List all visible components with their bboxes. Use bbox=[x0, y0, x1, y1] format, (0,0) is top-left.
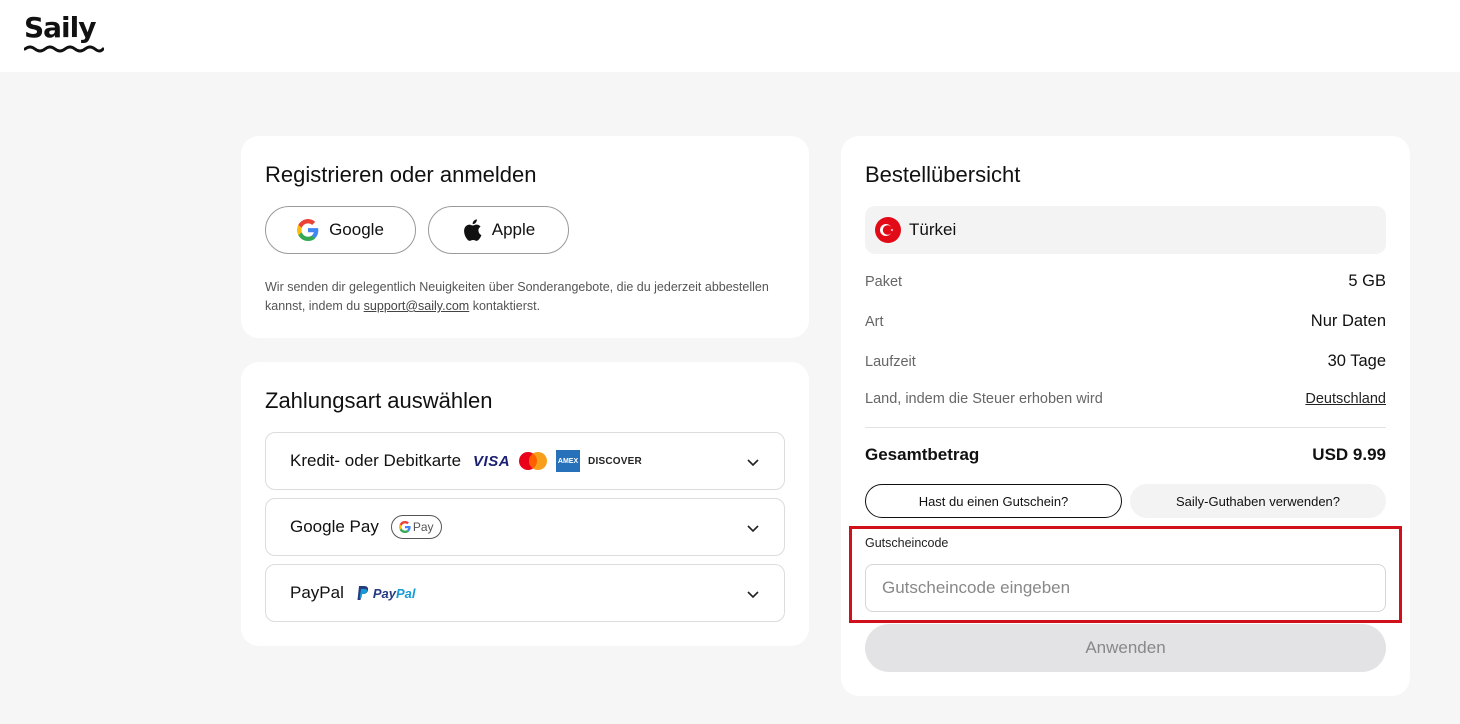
google-pay-label: Google Pay bbox=[290, 517, 379, 536]
saily-logo[interactable]: Saily bbox=[24, 14, 104, 54]
google-g-icon bbox=[398, 521, 411, 533]
apple-login-button[interactable]: Apple bbox=[428, 206, 569, 254]
row-key: Land, indem die Steuer erhoben wird bbox=[865, 391, 1103, 407]
paypal-p-icon bbox=[357, 586, 368, 600]
google-pay-badge: Pay bbox=[390, 515, 442, 539]
amex-logo: AMEX bbox=[556, 450, 581, 472]
row-key: Paket bbox=[865, 273, 903, 290]
total-label: Gesamtbetrag bbox=[865, 445, 980, 464]
paypal-word-pal: Pal bbox=[396, 585, 416, 601]
logo-text: Saily bbox=[24, 11, 97, 44]
support-email-link[interactable]: support@saily.com bbox=[364, 299, 470, 313]
apple-label: Apple bbox=[491, 220, 536, 239]
row-value: Nur Daten bbox=[1310, 312, 1386, 330]
chevron-down-icon bbox=[747, 525, 759, 533]
voucher-field-label: Gutscheincode bbox=[865, 536, 949, 550]
google-login-button[interactable]: Google bbox=[265, 206, 416, 254]
order-title: Bestellübersicht bbox=[865, 162, 1021, 187]
mastercard-icon bbox=[518, 452, 548, 470]
row-key: Laufzeit bbox=[865, 353, 916, 370]
order-row-tax-country: Land, indem die Steuer erhoben wird Deut… bbox=[865, 391, 1386, 407]
voucher-code-input[interactable] bbox=[865, 564, 1386, 612]
payment-option-paypal[interactable]: PayPal Pay Pal bbox=[265, 564, 785, 622]
chevron-down-icon bbox=[747, 591, 759, 599]
login-title: Registrieren oder anmelden bbox=[265, 162, 537, 187]
tax-country-link[interactable]: Deutschland bbox=[1305, 391, 1386, 407]
payment-option-card[interactable]: Kredit- oder Debitkarte VISA AMEX DISCOV… bbox=[265, 432, 785, 490]
google-pay-badge-text: Pay bbox=[412, 520, 434, 534]
login-card: Registrieren oder anmelden Google Apple … bbox=[241, 136, 809, 338]
country-name: Türkei bbox=[909, 220, 957, 239]
payment-card: Zahlungsart auswählen Kredit- oder Debit… bbox=[241, 362, 809, 646]
top-bar: Saily bbox=[0, 0, 1460, 72]
total-value: USD 9.99 bbox=[1312, 445, 1386, 464]
apply-voucher-button[interactable]: Anwenden bbox=[865, 624, 1386, 672]
apple-icon bbox=[463, 219, 482, 241]
newsletter-notice: Wir senden dir gelegentlich Neuigkeiten … bbox=[265, 278, 785, 316]
visa-logo: VISA bbox=[473, 452, 511, 470]
google-icon bbox=[297, 219, 319, 241]
paypal-label: PayPal bbox=[290, 583, 344, 602]
logo-wave-icon bbox=[24, 45, 104, 53]
google-label: Google bbox=[329, 220, 384, 239]
voucher-toggle-button[interactable]: Hast du einen Gutschein? bbox=[865, 484, 1122, 518]
divider bbox=[865, 427, 1386, 428]
turkey-flag-icon bbox=[875, 217, 901, 243]
order-row-type: Art Nur Daten bbox=[865, 312, 1386, 331]
order-row-package: Paket 5 GB bbox=[865, 272, 1386, 291]
country-selection: Türkei bbox=[865, 206, 1386, 254]
notice-text-end: kontaktierst. bbox=[469, 299, 541, 313]
row-value: 30 Tage bbox=[1327, 352, 1386, 370]
row-value: 5 GB bbox=[1348, 272, 1386, 290]
discover-logo: DISCOVER bbox=[588, 455, 642, 467]
card-option-label: Kredit- oder Debitkarte bbox=[290, 451, 462, 470]
row-key: Art bbox=[865, 313, 884, 330]
chevron-down-icon bbox=[747, 459, 759, 467]
payment-title: Zahlungsart auswählen bbox=[265, 388, 493, 413]
order-row-duration: Laufzeit 30 Tage bbox=[865, 352, 1386, 371]
paypal-logo: Pay Pal bbox=[356, 585, 416, 601]
payment-option-google-pay[interactable]: Google Pay Pay bbox=[265, 498, 785, 556]
order-summary-card: Bestellübersicht Türkei Paket 5 GB Art N… bbox=[841, 136, 1410, 696]
saily-credit-button[interactable]: Saily-Guthaben verwenden? bbox=[1130, 484, 1386, 518]
order-total: Gesamtbetrag USD 9.99 bbox=[865, 445, 1386, 465]
paypal-word-pay: Pay bbox=[372, 585, 397, 601]
